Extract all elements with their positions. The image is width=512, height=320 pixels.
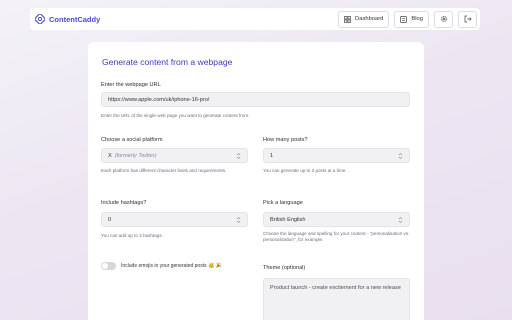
posts-label: How many posts? (263, 137, 308, 143)
settings-button[interactable] (434, 10, 453, 28)
hashtags-label: Include hashtags? (101, 200, 147, 206)
emoji-toggle-row: Include emojis in your generated posts 🥳… (101, 262, 222, 270)
theme-label: Theme (optional) (263, 265, 306, 271)
url-value: https://www.apple.com/uk/iphone-16-pro/ (108, 96, 210, 103)
emoji-toggle-label: Include emojis in your generated posts 🥳… (121, 263, 222, 269)
posts-help: You can generate up to 3 posts at a time… (263, 168, 347, 173)
platform-help: Each platform has different character li… (101, 168, 227, 173)
hashtags-help: You can add up to 3 hashtags. (101, 233, 163, 238)
logout-icon (464, 15, 471, 23)
brand[interactable]: ContentCaddy (35, 14, 100, 24)
emoji-toggle[interactable] (101, 262, 116, 270)
logo-icon (35, 14, 45, 24)
platform-value-note: (formerly Twitter) (114, 152, 157, 159)
url-input[interactable]: https://www.apple.com/uk/iphone-16-pro/ (101, 92, 410, 107)
hashtags-input[interactable]: 0 (101, 212, 248, 227)
language-select[interactable]: British English (263, 212, 410, 227)
dashboard-label: Dashboard (355, 16, 384, 22)
posts-value: 1 (270, 152, 274, 159)
posts-input[interactable]: 1 (263, 148, 410, 163)
logout-button[interactable] (458, 10, 477, 28)
nav-actions: Dashboard Blog (338, 10, 477, 28)
toggle-knob (102, 263, 108, 269)
gear-icon (440, 16, 447, 22)
platform-select[interactable]: X (formerly Twitter) (101, 148, 248, 163)
theme-textarea[interactable]: Product launch - create excitement for a… (263, 278, 410, 320)
dashboard-icon (344, 15, 351, 23)
blog-icon (400, 15, 408, 23)
select-chevron-icon (398, 217, 403, 223)
url-label: Enter the webpage URL (101, 82, 161, 88)
language-label: Pick a language (263, 200, 303, 206)
page-title: Generate content from a webpage (102, 57, 233, 67)
stepper-icon[interactable] (236, 216, 241, 224)
language-help: Choose the language and spelling for you… (263, 231, 410, 243)
dashboard-button[interactable]: Dashboard (338, 10, 390, 28)
generate-content-card: Generate content from a webpage Enter th… (88, 42, 424, 320)
platform-label: Choose a social platform (101, 137, 163, 143)
top-navigation-bar: ContentCaddy Dashboard Blog (30, 8, 480, 30)
language-value: British English (270, 216, 306, 223)
select-chevron-icon (236, 153, 241, 159)
app-name: ContentCaddy (49, 14, 101, 24)
blog-label: Blog (411, 16, 423, 22)
url-help: Enter the URL of the single web page you… (101, 113, 250, 118)
hashtags-value: 0 (108, 216, 112, 223)
platform-value: X (108, 152, 112, 159)
stepper-icon[interactable] (398, 152, 403, 160)
blog-button[interactable]: Blog (394, 10, 429, 28)
